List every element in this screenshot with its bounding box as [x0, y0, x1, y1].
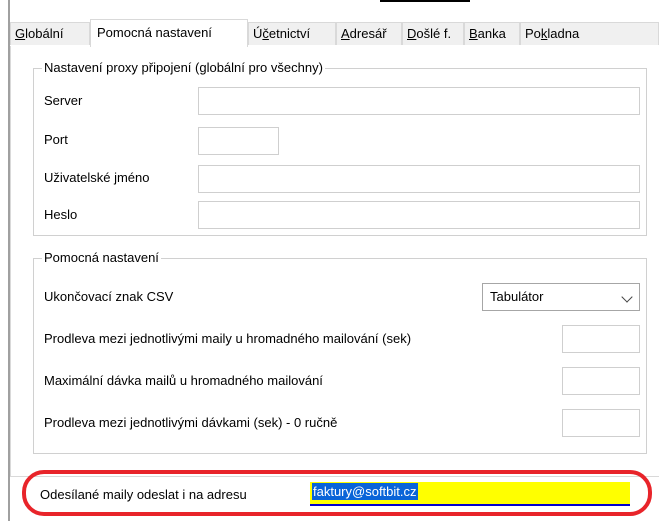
- copy-email-label: Odesílané maily odeslat i na adresu: [40, 487, 247, 502]
- tab-panel-pomocna-nastaveni: Nastavení proxy připojení (globální pro …: [10, 46, 659, 476]
- username-label: Uživatelské jméno: [44, 170, 150, 185]
- port-input[interactable]: [198, 127, 279, 155]
- username-input[interactable]: [198, 165, 640, 193]
- copy-email-selected-text: faktury@softbit.cz: [312, 483, 418, 500]
- tab-accelerator-key: G: [15, 26, 26, 41]
- tab-accelerator-key: A: [341, 26, 350, 41]
- max-batch-input[interactable]: [562, 367, 640, 395]
- batch-delay-label: Prodleva mezi jednotlivými dávkami (sek)…: [44, 415, 338, 430]
- tab-accelerator-key: k: [540, 26, 548, 41]
- window-top-accent: [380, 0, 470, 2]
- csv-terminator-label: Ukončovací znak CSV: [44, 289, 174, 304]
- server-label: Server: [44, 93, 83, 108]
- password-input[interactable]: [198, 201, 640, 229]
- tab-pomocna-nastaveni[interactable]: Pomocná nastavení: [90, 19, 248, 47]
- server-input[interactable]: [198, 87, 640, 115]
- tab-globalni[interactable]: Globální: [10, 22, 90, 45]
- tab-pokladna[interactable]: Pokladna: [520, 22, 659, 45]
- tab-accelerator-key: D: [407, 26, 417, 41]
- max-batch-label: Maximální dávka mailů u hromadného mailo…: [44, 373, 323, 388]
- panel-bottom-divider: [10, 476, 659, 477]
- tab-adresar[interactable]: Adresář: [336, 22, 402, 45]
- port-label: Port: [44, 132, 68, 147]
- batch-delay-input[interactable]: [562, 409, 640, 437]
- csv-terminator-select[interactable]: Tabulátor: [482, 283, 640, 311]
- tab-bar: Globální Pomocná nastavení Účetnictví Ad…: [10, 19, 659, 47]
- tab-ucetnictvi[interactable]: Účetnictví: [248, 22, 336, 45]
- csv-terminator-value: Tabulátor: [490, 289, 544, 304]
- tab-accelerator-key: B: [469, 26, 478, 41]
- aux-group-title: Pomocná nastavení: [42, 250, 161, 266]
- password-label: Heslo: [44, 207, 78, 222]
- mail-delay-label: Prodleva mezi jednotlivými maily u hroma…: [44, 331, 412, 346]
- tab-accelerator-key: č: [262, 26, 269, 41]
- tab-dosle-faktury[interactable]: Došlé f.: [402, 22, 464, 45]
- aux-settings-group: Pomocná nastavení Ukončovací znak CSV Ta…: [33, 250, 647, 454]
- proxy-group-title: Nastavení proxy připojení (globální pro …: [42, 60, 325, 76]
- chevron-down-icon[interactable]: [621, 291, 633, 303]
- tab-banka[interactable]: Banka: [464, 22, 520, 45]
- copy-email-input[interactable]: faktury@softbit.cz: [310, 482, 630, 506]
- proxy-settings-group: Nastavení proxy připojení (globální pro …: [33, 60, 647, 236]
- mail-delay-input[interactable]: [562, 325, 640, 353]
